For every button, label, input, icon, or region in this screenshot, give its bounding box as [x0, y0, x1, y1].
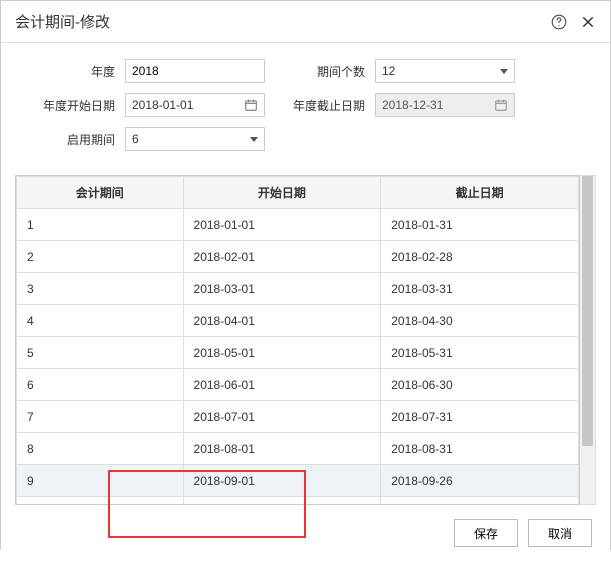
start-date-value: 2018-01-01	[132, 98, 193, 112]
cell-start: 2018-02-01	[183, 241, 381, 273]
cell-start: 2018-03-01	[183, 273, 381, 305]
cell-period: 8	[17, 433, 184, 465]
table-row[interactable]: 42018-04-012018-04-30	[17, 305, 579, 337]
cell-period: 7	[17, 401, 184, 433]
period-count-select[interactable]: 12	[375, 59, 515, 83]
cell-period: 10	[17, 497, 184, 506]
col-period: 会计期间	[17, 177, 184, 209]
cell-period: 9	[17, 465, 184, 497]
table-row[interactable]: 62018-06-012018-06-30	[17, 369, 579, 401]
cell-period: 4	[17, 305, 184, 337]
period-count-value: 12	[382, 64, 395, 78]
table-row[interactable]: 72018-07-012018-07-31	[17, 401, 579, 433]
start-date-label: 年度开始日期	[25, 97, 115, 114]
period-count-label: 期间个数	[285, 63, 365, 80]
cancel-button[interactable]: 取消	[528, 519, 592, 547]
table-row[interactable]: 22018-02-012018-02-28	[17, 241, 579, 273]
cell-end: 2018-05-31	[381, 337, 579, 369]
year-input[interactable]	[125, 59, 265, 83]
table-row[interactable]: 12018-01-012018-01-31	[17, 209, 579, 241]
cell-end: 2018-02-28	[381, 241, 579, 273]
cell-period: 5	[17, 337, 184, 369]
enable-period-label: 启用期间	[25, 131, 115, 148]
cell-start: 2018-09-27	[183, 497, 381, 506]
cell-end: 2018-08-31	[381, 433, 579, 465]
help-icon[interactable]	[550, 13, 568, 31]
cell-period: 3	[17, 273, 184, 305]
calendar-icon	[244, 98, 258, 112]
table-row[interactable]: 92018-09-012018-09-26	[17, 465, 579, 497]
periods-table: 会计期间 开始日期 截止日期 12018-01-012018-01-312201…	[15, 175, 580, 505]
cell-start: 2018-07-01	[183, 401, 381, 433]
cell-start: 2018-09-01	[183, 465, 381, 497]
chevron-down-icon	[500, 69, 508, 74]
cell-end: 2018-10-26	[381, 497, 579, 506]
chevron-down-icon	[250, 137, 258, 142]
cell-start: 2018-04-01	[183, 305, 381, 337]
cell-period: 1	[17, 209, 184, 241]
cell-end: 2018-04-30	[381, 305, 579, 337]
table-row[interactable]: 32018-03-012018-03-31	[17, 273, 579, 305]
end-date-label: 年度截止日期	[285, 97, 365, 114]
year-label: 年度	[25, 63, 115, 80]
vertical-scrollbar[interactable]	[580, 175, 596, 505]
end-date-input: 2018-12-31	[375, 93, 515, 117]
col-start: 开始日期	[183, 177, 381, 209]
cell-start: 2018-06-01	[183, 369, 381, 401]
end-date-value: 2018-12-31	[382, 98, 443, 112]
calendar-icon	[494, 98, 508, 112]
table-row[interactable]: 52018-05-012018-05-31	[17, 337, 579, 369]
cell-end: 2018-01-31	[381, 209, 579, 241]
table-row[interactable]: 102018-09-272018-10-26	[17, 497, 579, 506]
enable-period-value: 6	[132, 132, 139, 146]
cell-end: 2018-03-31	[381, 273, 579, 305]
dialog-title: 会计期间-修改	[15, 11, 110, 32]
cell-end: 2018-06-30	[381, 369, 579, 401]
cell-start: 2018-05-01	[183, 337, 381, 369]
start-date-input[interactable]: 2018-01-01	[125, 93, 265, 117]
save-button[interactable]: 保存	[454, 519, 518, 547]
enable-period-select[interactable]: 6	[125, 127, 265, 151]
cell-end: 2018-09-26	[381, 465, 579, 497]
cell-end: 2018-07-31	[381, 401, 579, 433]
scroll-thumb[interactable]	[582, 176, 593, 446]
cell-period: 6	[17, 369, 184, 401]
cell-period: 2	[17, 241, 184, 273]
cell-start: 2018-08-01	[183, 433, 381, 465]
close-icon[interactable]	[580, 14, 596, 30]
table-row[interactable]: 82018-08-012018-08-31	[17, 433, 579, 465]
col-end: 截止日期	[381, 177, 579, 209]
cell-start: 2018-01-01	[183, 209, 381, 241]
